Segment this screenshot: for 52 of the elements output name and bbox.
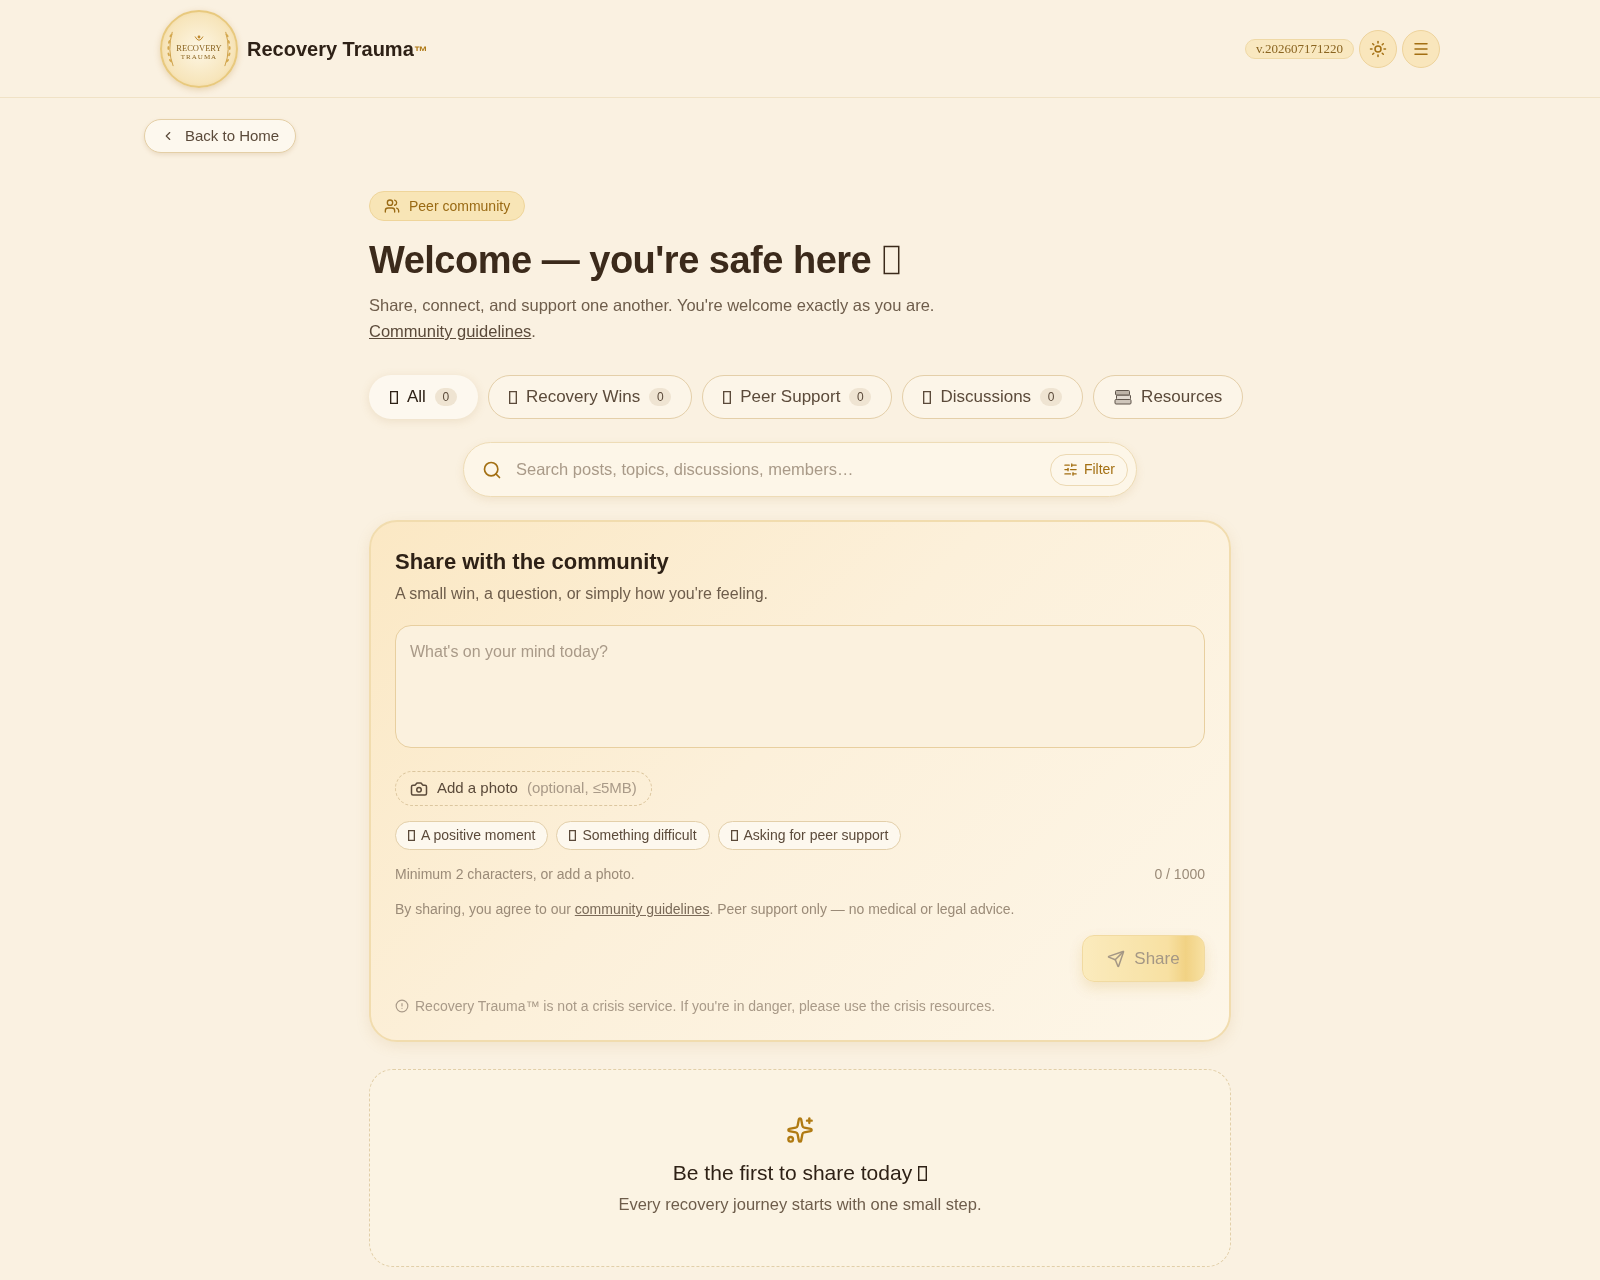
camera-icon [410, 779, 428, 798]
filter-tab[interactable]: Discussions 0 [902, 375, 1084, 419]
post-textarea[interactable]: What's on your mind today? [395, 625, 1205, 748]
search-field[interactable]: Search posts, topics, discussions, members… Filter [463, 442, 1137, 497]
logo-text: RECOVERY [176, 43, 222, 53]
empty-state-title: Be the first to share today [672, 1160, 913, 1186]
brand-name: Recovery Trauma™ [247, 36, 428, 62]
empty-state-text: Every recovery journey starts with one small step. [618, 1194, 982, 1215]
character-counter: 0 / 1000 [1154, 865, 1205, 884]
missing-glyph-icon [390, 390, 398, 404]
sliders-icon [1062, 462, 1078, 477]
missing-glyph-icon [923, 390, 932, 404]
composer-title: Share with the community [395, 548, 670, 576]
figure-icon [194, 35, 204, 43]
filter-tab[interactable]: All 0 [369, 375, 478, 419]
books-icon [1114, 389, 1133, 405]
intro-text: Share, connect, and support one another. You're welcome exactly as you are. Community guidelines. [369, 295, 936, 342]
count-badge: 0 [1040, 388, 1063, 406]
prompt-chip[interactable]: Asking for peer support [717, 821, 902, 850]
composer-subtitle: A small win, a question, or simply how you're feeling. [395, 584, 769, 604]
community-badge: Peer community [369, 191, 526, 221]
back-button[interactable]: Back to Home [144, 119, 297, 153]
min-length-hint: Minimum 2 characters, or add a photo. [395, 865, 635, 884]
missing-glyph-icon [723, 390, 732, 404]
version-badge: v.202607171220 [1245, 38, 1354, 59]
prompt-chip[interactable]: Something difficult [556, 821, 710, 850]
alert-circle-icon [395, 999, 409, 1013]
filter-tab[interactable]: Resources [1093, 375, 1244, 419]
missing-glyph-icon [730, 830, 738, 841]
sun-icon [1369, 39, 1387, 58]
filter-tab[interactable]: Peer Support 0 [702, 375, 893, 419]
send-icon [1107, 949, 1126, 968]
guidelines-link[interactable]: Community guidelines [369, 322, 532, 340]
missing-glyph-icon [408, 830, 415, 841]
menu-button[interactable] [1402, 29, 1440, 68]
search-icon [482, 459, 502, 480]
missing-glyph-icon [883, 245, 901, 275]
sparkles-icon [786, 1116, 814, 1144]
prompt-chip[interactable]: A positive moment [395, 821, 549, 850]
disclaimer-text: Recovery Trauma™ is not a crisis service. If you're in danger, please use the crisis resources. [415, 997, 996, 1016]
missing-glyph-icon [918, 1165, 928, 1181]
count-badge: 0 [849, 388, 872, 406]
page-title: Welcome — you're safe here [369, 238, 872, 283]
filter-button[interactable]: Filter [1049, 453, 1128, 486]
missing-glyph-icon [569, 830, 577, 841]
count-badge: 0 [649, 388, 672, 406]
count-badge: 0 [434, 388, 457, 406]
missing-glyph-icon [508, 390, 517, 404]
terms-text: By sharing, you agree to our community guidelines. Peer support only — no medical or legal advice. [395, 900, 1016, 919]
filter-tab[interactable]: Recovery Wins 0 [487, 375, 693, 419]
theme-toggle-button[interactable] [1359, 29, 1397, 68]
users-icon [384, 198, 400, 214]
